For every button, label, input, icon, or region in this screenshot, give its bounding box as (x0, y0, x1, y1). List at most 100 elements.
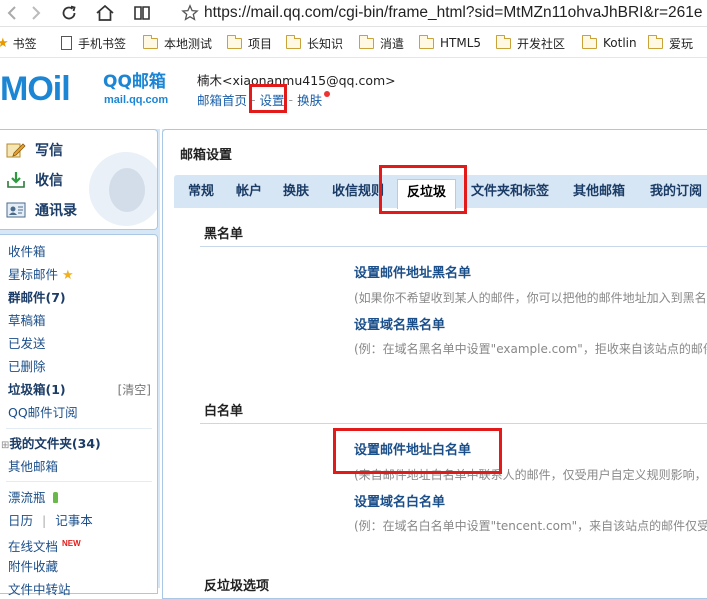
star-icon: ★ (62, 268, 74, 283)
folder-icon (142, 34, 158, 49)
bookmark-item[interactable]: 长知识 (285, 34, 344, 51)
bookmarks-bar: ★ 书签 手机书签 本地测试 项目 长知识 消遣 HTML5 开发社区 Kotl… (0, 28, 707, 58)
folder-starred[interactable]: 星标邮件 ★ (8, 266, 74, 284)
settings-panel: 邮箱设置 常规 帐户 换肤 收信规则 反垃圾 文件夹和标签 其他邮箱 我的订阅 … (162, 129, 707, 599)
address-whitelist-link[interactable]: 设置邮件地址白名单 (354, 439, 471, 458)
address-blacklist-description: (如果你不希望收到某人的邮件，你可以把他的邮件地址加入到黑名 (354, 291, 707, 305)
folder-icon (358, 34, 374, 49)
folder-inbox[interactable]: 收件箱 (8, 243, 46, 261)
page-title: 邮箱设置 (180, 148, 233, 163)
pen-icon (6, 141, 26, 159)
domain-whitelist-link[interactable]: 设置域名白名单 (354, 491, 445, 510)
folder-my-folders[interactable]: ⊞我的文件夹(34) (1, 435, 101, 453)
folder-icon (581, 34, 597, 49)
star-icon: ★ (0, 35, 9, 51)
receive-mail-label: 收信 (35, 173, 63, 189)
bookmark-label: 书签 (12, 36, 37, 51)
folder-other-mailboxes[interactable]: 其他邮箱 (8, 458, 58, 476)
tab-mail-rules[interactable]: 收信规则 (332, 175, 384, 208)
notification-dot (324, 90, 331, 97)
antispam-options-title: 反垃圾选项 (204, 579, 270, 594)
logo-wordmark: MOil (0, 70, 71, 108)
contacts-icon (6, 201, 26, 219)
divider (6, 428, 152, 429)
app-file-transfer[interactable]: 文件中转站 (8, 581, 71, 599)
page-icon (61, 36, 72, 50)
receive-mail-button[interactable]: 收信 (6, 169, 63, 191)
tab-my-subscriptions[interactable]: 我的订阅 (650, 175, 702, 208)
link-separator: - (288, 92, 294, 107)
mail-header: MOil QQ邮箱 mail.qq.com 楠木<xiaonanmu415@qq… (0, 59, 707, 129)
bottle-icon (52, 492, 58, 503)
tab-folders-labels[interactable]: 文件夹和标签 (471, 175, 549, 208)
app-attachments[interactable]: 附件收藏 (8, 558, 58, 576)
folder-sent[interactable]: 已发送 (8, 335, 46, 353)
quick-actions-panel: 写信 收信 通讯录 (0, 129, 158, 230)
bookmark-label: 手机书签 (78, 36, 127, 51)
tab-other-mailboxes[interactable]: 其他邮箱 (573, 175, 625, 208)
section-divider (200, 246, 707, 247)
domain-whitelist-description: (例：在域名白名单中设置"tencent.com"，来自该站点的邮件仅受 (354, 519, 707, 533)
settings-link[interactable]: 设置 (260, 90, 285, 109)
folder-icon (226, 34, 242, 49)
main-content: 邮箱设置 常规 帐户 换肤 收信规则 反垃圾 文件夹和标签 其他邮箱 我的订阅 … (162, 129, 707, 599)
bookmark-item[interactable]: ★ 书签 (0, 35, 37, 51)
tab-general[interactable]: 常规 (188, 175, 214, 208)
qq-mail-logo[interactable]: MOil QQ邮箱 mail.qq.com (0, 71, 180, 111)
bookmark-item[interactable]: Kotlin (581, 34, 637, 51)
bookmark-label: 长知识 (307, 36, 344, 51)
section-divider (200, 423, 707, 424)
compose-button[interactable]: 写信 (6, 139, 63, 161)
empty-spam-link[interactable]: [清空] (118, 381, 151, 398)
reload-button[interactable] (57, 1, 81, 25)
app-calendar[interactable]: 日历 (8, 513, 33, 528)
bookmark-item[interactable]: 项目 (226, 34, 273, 51)
bookmark-star-icon[interactable] (178, 1, 202, 25)
unread-count: (7) (45, 290, 66, 305)
folder-spam[interactable]: 垃圾箱(1) (8, 381, 66, 399)
separator: | (42, 513, 47, 528)
contacts-button[interactable]: 通讯录 (6, 199, 77, 221)
back-button[interactable] (0, 1, 24, 25)
app-notepad[interactable]: 记事本 (55, 513, 93, 528)
blacklist-section-title: 黑名单 (204, 227, 244, 242)
tab-anti-spam[interactable]: 反垃圾 (397, 179, 457, 209)
home-button[interactable] (93, 1, 117, 25)
bookmark-item[interactable]: 本地测试 (142, 34, 213, 51)
penguin-mascot-image (89, 152, 157, 226)
mail-home-link[interactable]: 邮箱首页 (197, 90, 247, 109)
address-whitelist-description: (来自邮件地址白名单中联系人的邮件，仅受用户自定义规则影响， (354, 468, 707, 482)
bookmark-item[interactable]: HTML5 (418, 34, 481, 51)
folder-qq-subscription[interactable]: QQ邮件订阅 (8, 404, 78, 422)
folder-label: 群邮件 (8, 290, 46, 305)
address-blacklist-link[interactable]: 设置邮件地址黑名单 (354, 262, 471, 281)
app-drift-bottle[interactable]: 漂流瓶 (8, 489, 58, 507)
bookmark-item[interactable]: 爱玩 (647, 34, 694, 51)
folder-icon (647, 34, 663, 49)
inbox-download-icon (6, 171, 26, 189)
bookmark-label: 爱玩 (669, 36, 694, 51)
folder-group-mail[interactable]: 群邮件(7) (8, 289, 66, 307)
tab-skin[interactable]: 换肤 (283, 175, 309, 208)
folder-icon (418, 34, 434, 49)
tab-account[interactable]: 帐户 (236, 175, 262, 208)
app-online-docs[interactable]: 在线文档 NEW (8, 535, 81, 555)
reader-view-button[interactable] (130, 1, 154, 25)
bookmark-label: 本地测试 (164, 36, 213, 51)
domain-blacklist-link[interactable]: 设置域名黑名单 (354, 314, 445, 333)
app-label: 在线文档 (8, 539, 59, 555)
forward-button[interactable] (24, 1, 48, 25)
folder-drafts[interactable]: 草稿箱 (8, 312, 46, 330)
bookmark-item[interactable]: 手机书签 (61, 35, 126, 51)
bookmark-item[interactable]: 开发社区 (495, 34, 565, 51)
unread-count: (1) (45, 382, 66, 397)
bookmark-item[interactable]: 消遣 (358, 34, 404, 51)
address-bar[interactable]: https://mail.qq.com/cgi-bin/frame_html?s… (204, 1, 703, 25)
folder-deleted[interactable]: 已删除 (8, 358, 46, 376)
logo-title: QQ邮箱 (103, 72, 166, 92)
browser-toolbar: https://mail.qq.com/cgi-bin/frame_html?s… (0, 0, 707, 27)
change-skin-link[interactable]: 换肤 (297, 90, 322, 109)
left-sidebar: 写信 收信 通讯录 收件箱 星标邮件 ★ 群邮件(7) 草稿箱 已发送 已删除 … (0, 129, 160, 597)
divider (6, 481, 152, 482)
bookmark-label: 项目 (248, 36, 273, 51)
